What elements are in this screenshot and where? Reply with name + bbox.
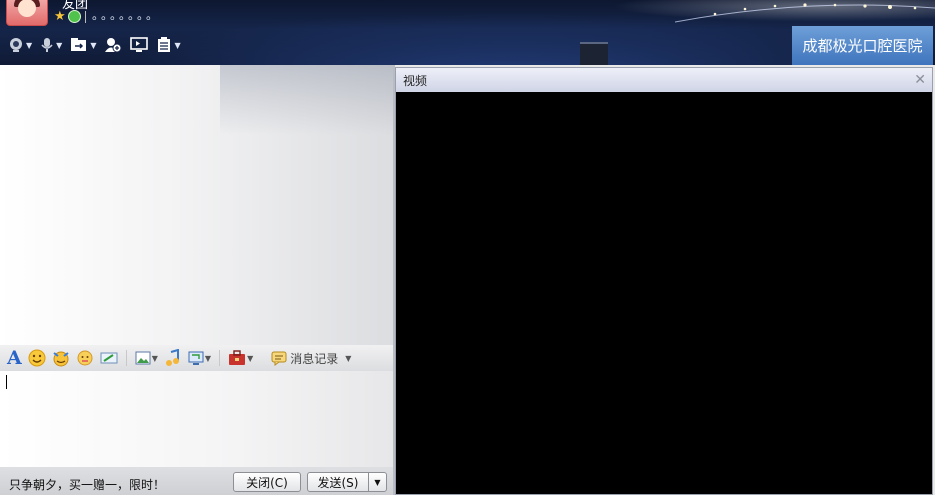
send-image-button[interactable]: ▼ [135,350,158,366]
message-history-icon [271,351,287,366]
send-options-button[interactable]: ▼ [368,472,387,492]
camera-icon [10,38,22,52]
music-note-icon [165,349,179,366]
voice-call-button[interactable]: ▼ [40,37,62,53]
magic-pen-icon [100,352,118,364]
header-toolbar: ▼ ▼ ▼ ▼ [8,37,181,53]
star-icon: ★ [54,9,66,24]
remote-desktop-button[interactable] [130,37,149,53]
video-panel-titlebar: 视频 ✕ [396,68,932,92]
video-panel: 视频 ✕ [395,67,933,495]
video-call-button[interactable]: ▼ [8,37,32,53]
toolbar-separator [125,350,127,366]
app-menu-icon [158,37,171,52]
file-transfer-icon [71,38,87,51]
super-emoji-button[interactable] [52,349,70,367]
add-contact-button[interactable] [104,37,122,53]
building-silhouette [580,42,608,65]
ad-text[interactable]: 只争朝夕，买一赠一，限时！ [9,476,165,493]
toolbox-icon [229,350,246,365]
video-screen[interactable] [396,92,932,494]
chevron-down-icon: ▼ [26,40,33,50]
chat-header: 友团 ★ 。。。。。。。 ▼ ▼ ▼ ▼ 成都极光口腔医院 [0,0,935,65]
contact-avatar[interactable] [6,0,48,26]
music-button[interactable] [164,349,182,367]
video-panel-title: 视频 [403,73,428,88]
message-input[interactable] [0,371,393,467]
file-transfer-button[interactable]: ▼ [70,37,96,53]
chevron-down-icon: ▼ [204,353,212,363]
font-icon: A [7,346,22,369]
message-history-button[interactable]: 消息记录 ▼ [271,350,351,367]
status-separator [84,10,86,23]
font-button[interactable]: A [7,346,22,369]
magic-text-button[interactable] [100,349,118,367]
chevron-down-icon: ▼ [247,353,254,363]
input-toolbar: A ▼ ▼ ▼ 消息记录 ▼ [0,345,393,371]
toolbar-separator [219,350,221,366]
remote-desktop-icon [130,37,149,52]
smiley-icon [28,349,46,367]
chevron-down-icon: ▼ [56,40,63,50]
add-contact-icon [105,38,122,53]
bottom-bar: 只争朝夕，买一赠一，限时！ 关闭(C) 发送(S) ▼ [0,467,393,495]
hospital-name-banner[interactable]: 成都极光口腔医院 [792,26,933,65]
app-menu-button[interactable]: ▼ [156,37,181,53]
image-icon [135,351,151,365]
toolbox-button[interactable]: ▼ [228,350,253,366]
screenshot-button[interactable]: ▼ [188,350,211,366]
microphone-icon [41,38,53,52]
send-button[interactable]: 发送(S) [307,472,369,492]
chevron-down-icon: ▼ [90,40,97,50]
poke-icon [77,350,93,366]
close-button[interactable]: 关闭(C) [233,472,301,492]
screenshot-icon [188,351,204,365]
qq-online-icon [67,10,81,23]
super-emoji-icon [53,351,69,367]
text-cursor [6,375,7,389]
chevron-down-icon: ▼ [345,353,352,363]
chevron-down-icon: ▼ [151,353,158,363]
message-history-area[interactable] [0,65,393,345]
chevron-down-icon: ▼ [374,477,381,487]
contact-status-icons: ★ [54,9,86,24]
emoji-button[interactable] [28,349,46,367]
contact-signature: 。。。。。。。 [92,8,162,22]
close-icon[interactable]: ✕ [914,72,926,88]
background-glow [220,65,393,135]
chevron-down-icon: ▼ [174,40,181,50]
poke-button[interactable] [76,349,94,367]
message-history-label: 消息记录 [290,351,339,366]
